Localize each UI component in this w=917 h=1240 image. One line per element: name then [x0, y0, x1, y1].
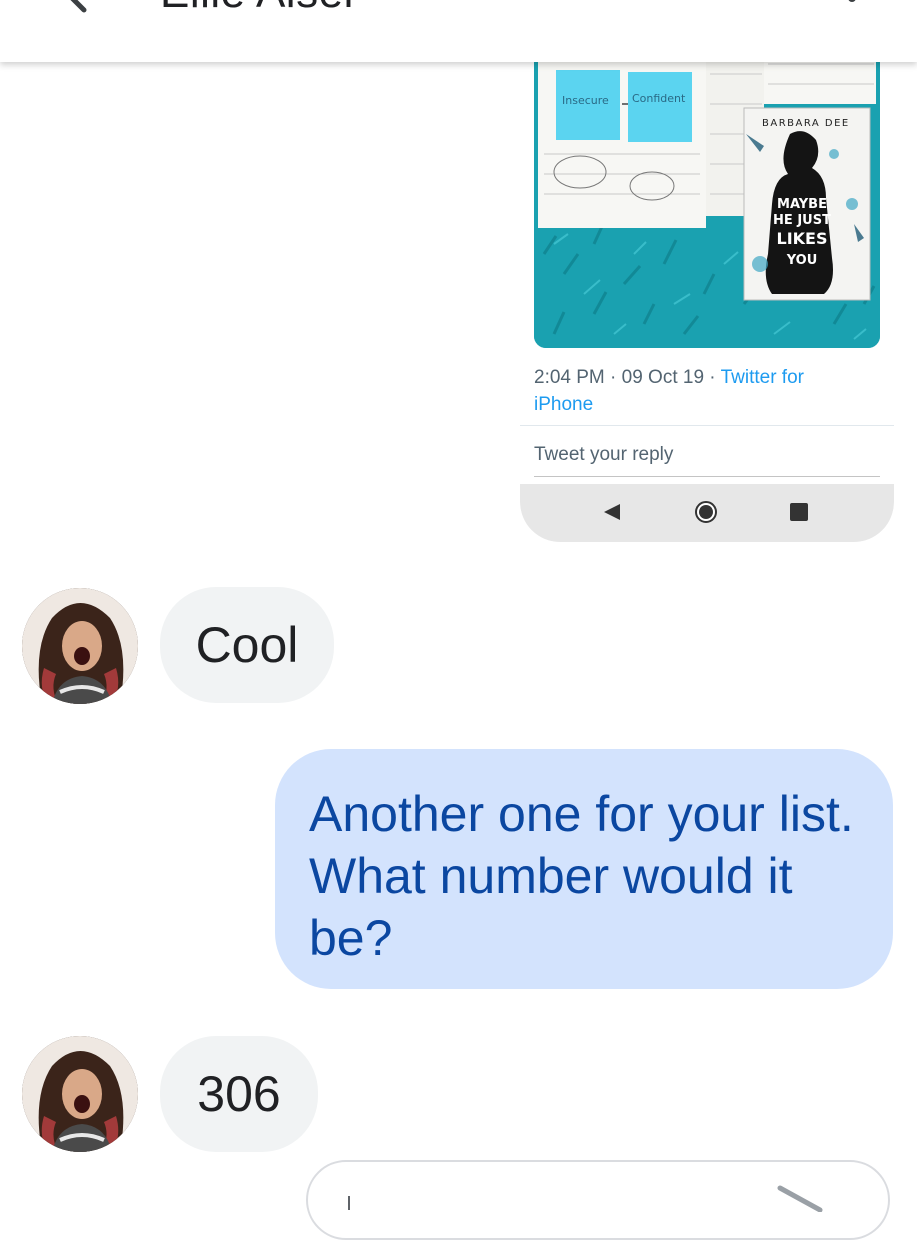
- tweet-reply-placeholder: Tweet your reply: [534, 444, 674, 465]
- nav-back-icon: [604, 504, 620, 520]
- contact-photo: [22, 1036, 138, 1152]
- nav-home-icon: [695, 501, 717, 523]
- text-cursor: [348, 1196, 350, 1210]
- back-arrow-icon[interactable]: [58, 0, 98, 14]
- more-vert-icon[interactable]: [842, 0, 862, 8]
- tweet-time-date: 2:04 PM · 09 Oct 19 ·: [534, 367, 721, 388]
- contact-photo: [22, 588, 138, 704]
- incoming-message-bubble[interactable]: 306: [160, 1036, 318, 1152]
- outgoing-message-bubble[interactable]: Another one for your list. What number w…: [275, 749, 893, 989]
- phone-icon[interactable]: [726, 0, 766, 8]
- divider: [520, 425, 894, 426]
- book-title-line-4: YOU: [786, 253, 818, 268]
- android-nav-bar: [520, 484, 894, 542]
- sticky-note-right: Confident: [632, 92, 686, 105]
- sticky-note-left: Insecure: [562, 94, 609, 107]
- message-text: Another one for your list. What number w…: [309, 786, 854, 966]
- book-title-line-2: HE JUST: [773, 213, 831, 228]
- shared-screenshot-message[interactable]: Insecure Confident BARBARA DEE MAYBE HE …: [520, 0, 894, 542]
- conversation-title[interactable]: Ellie Aiser: [160, 0, 359, 18]
- avatar[interactable]: [22, 588, 138, 704]
- tweet-meta: 2:04 PM · 09 Oct 19 · Twitter for iPhone: [534, 364, 834, 418]
- app-bar: Ellie Aiser: [0, 0, 917, 62]
- book-title-line-3: LIKES: [777, 229, 828, 248]
- avatar[interactable]: [22, 1036, 138, 1152]
- book-title-line-1: MAYBE: [777, 197, 827, 212]
- message-text: Cool: [195, 617, 299, 673]
- send-icon[interactable]: [776, 1182, 824, 1212]
- nav-recents-icon: [790, 503, 808, 521]
- incoming-message-bubble[interactable]: Cool: [160, 587, 334, 703]
- divider: [534, 476, 880, 477]
- message-text: 306: [197, 1066, 281, 1122]
- book-author: BARBARA DEE: [762, 118, 850, 129]
